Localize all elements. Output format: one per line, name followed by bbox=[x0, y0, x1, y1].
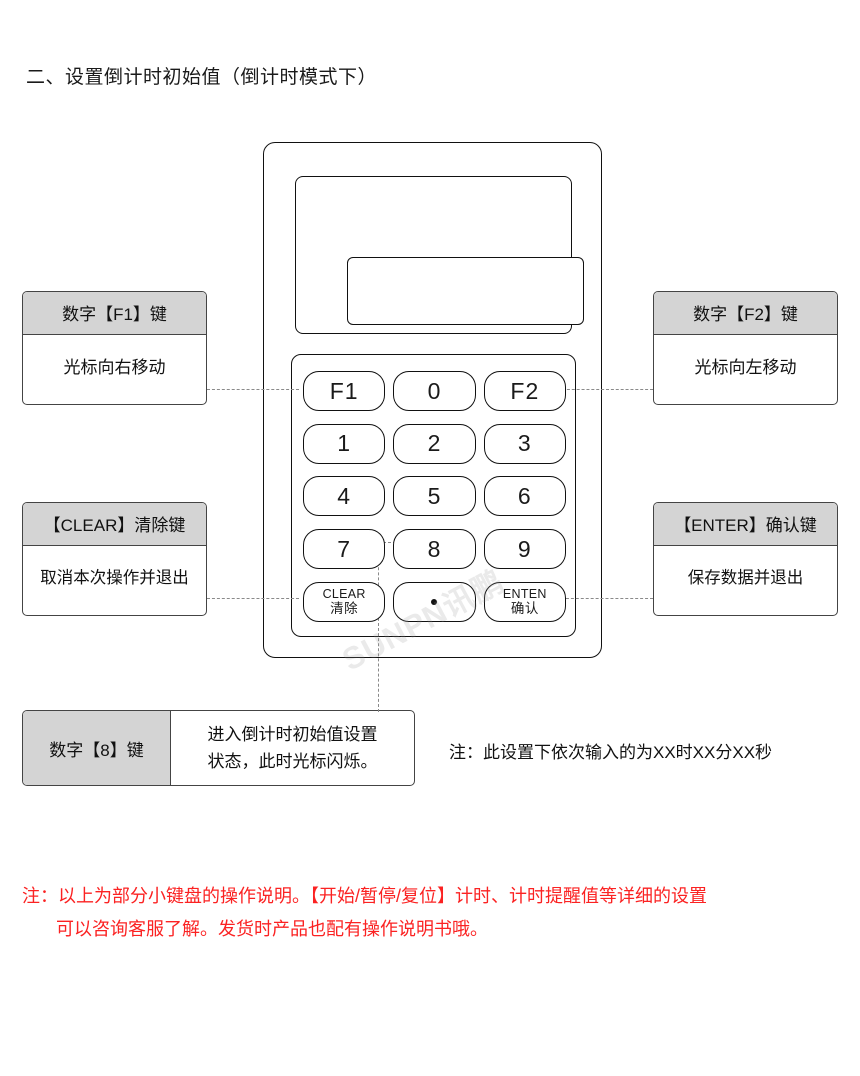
callout-clear-header: 【CLEAR】清除键 bbox=[23, 503, 206, 546]
callout-f2-body: 光标向左移动 bbox=[694, 358, 797, 377]
connector-f2 bbox=[562, 389, 653, 390]
connector-eight-vertical bbox=[378, 542, 379, 712]
red-note-line1: 注：以上为部分小键盘的操作说明。【开始/暂停/复位】计时、计时提醒值等详细的设置 bbox=[22, 886, 707, 906]
key-4[interactable]: 4 bbox=[303, 476, 386, 517]
key-2-label: 2 bbox=[427, 430, 442, 457]
key-0-label: 0 bbox=[427, 377, 442, 404]
key-1-label: 1 bbox=[337, 430, 352, 457]
key-clear-label-cn: 清除 bbox=[330, 600, 359, 616]
key-enter-label-en: ENTEN bbox=[502, 587, 547, 602]
key-3[interactable]: 3 bbox=[483, 423, 566, 464]
callout-f2: 数字【F2】键 光标向左移动 bbox=[653, 291, 838, 405]
key-5[interactable]: 5 bbox=[393, 476, 476, 517]
key-8[interactable]: 8 bbox=[393, 529, 476, 570]
callout-eight-header: 数字【8】键 bbox=[23, 711, 171, 785]
key-5-label: 5 bbox=[427, 482, 442, 509]
display-bezel bbox=[295, 176, 584, 334]
key-3-label: 3 bbox=[517, 430, 532, 457]
key-enter-label-cn: 确认 bbox=[510, 600, 539, 616]
callout-clear-body: 取消本次操作并退出 bbox=[40, 569, 189, 587]
red-note-line2: 可以咨询客服了解。发货时产品也配有操作说明书哦。 bbox=[56, 919, 488, 940]
red-note: 注：以上为部分小键盘的操作说明。【开始/暂停/复位】计时、计时提醒值等详细的设置… bbox=[22, 880, 852, 947]
key-8-label: 8 bbox=[427, 535, 442, 562]
connector-f1 bbox=[207, 389, 299, 390]
callout-f1-body: 光标向右移动 bbox=[63, 358, 166, 377]
callout-clear: 【CLEAR】清除键 取消本次操作并退出 bbox=[22, 502, 207, 616]
key-0[interactable]: 0 bbox=[393, 371, 476, 412]
callout-f2-header: 数字【F2】键 bbox=[654, 292, 837, 335]
key-clear-label-en: CLEAR bbox=[322, 587, 366, 602]
callout-f1: 数字【F1】键 光标向右移动 bbox=[22, 291, 207, 405]
callout-eight-body: 进入倒计时初始值设置 状态，此时光标闪烁。 bbox=[171, 711, 414, 785]
connector-enter bbox=[561, 598, 653, 599]
key-6-label: 6 bbox=[517, 482, 532, 509]
key-1[interactable]: 1 bbox=[303, 423, 386, 464]
keypad-frame: SUNPN讯鹏 F1 0 F2 1 2 3 4 5 6 7 8 9 CLEAR … bbox=[291, 354, 576, 678]
key-dot[interactable]: · bbox=[393, 581, 476, 622]
key-clear[interactable]: CLEAR 清除 bbox=[303, 581, 386, 622]
keypad-grid: F1 0 F2 1 2 3 4 5 6 7 8 9 CLEAR 清除 ENTEN… bbox=[303, 367, 566, 626]
key-f2-label: F2 bbox=[510, 377, 540, 404]
callout-eight-body-line2: 状态，此时光标闪烁。 bbox=[207, 752, 378, 771]
note-inline: 注：此设置下依次输入的为XX时XX分XX秒 bbox=[449, 743, 773, 762]
key-2[interactable]: 2 bbox=[393, 423, 476, 464]
key-9[interactable]: 9 bbox=[483, 529, 566, 570]
key-7[interactable]: 7 bbox=[303, 529, 386, 570]
key-6[interactable]: 6 bbox=[483, 476, 566, 517]
key-enter[interactable]: ENTEN 确认 bbox=[483, 581, 566, 622]
page-title: 二、设置倒计时初始值（倒计时模式下） bbox=[26, 67, 378, 88]
callout-eight: 数字【8】键 进入倒计时初始值设置 状态，此时光标闪烁。 bbox=[22, 710, 415, 786]
callout-eight-body-line1: 进入倒计时初始值设置 bbox=[207, 724, 378, 744]
key-9-label: 9 bbox=[517, 535, 532, 562]
key-f1[interactable]: F1 bbox=[303, 371, 386, 412]
key-7-label: 7 bbox=[337, 535, 352, 562]
lcd-display bbox=[347, 257, 584, 325]
callout-f1-header: 数字【F1】键 bbox=[23, 292, 206, 335]
key-f1-label: F1 bbox=[329, 377, 359, 404]
callout-enter-body: 保存数据并退出 bbox=[687, 569, 804, 587]
numeric-keypad-device: SUNPN讯鹏 F1 0 F2 1 2 3 4 5 6 7 8 9 CLEAR … bbox=[263, 142, 602, 678]
callout-enter: 【ENTER】确认键 保存数据并退出 bbox=[653, 502, 838, 616]
key-4-label: 4 bbox=[337, 482, 352, 509]
page-root: 二、设置倒计时初始值（倒计时模式下） SUNPN讯鹏 F1 0 F2 1 2 3… bbox=[0, 0, 860, 1076]
connector-clear bbox=[207, 598, 299, 599]
callout-enter-header: 【ENTER】确认键 bbox=[654, 503, 837, 546]
key-f2[interactable]: F2 bbox=[483, 371, 566, 412]
